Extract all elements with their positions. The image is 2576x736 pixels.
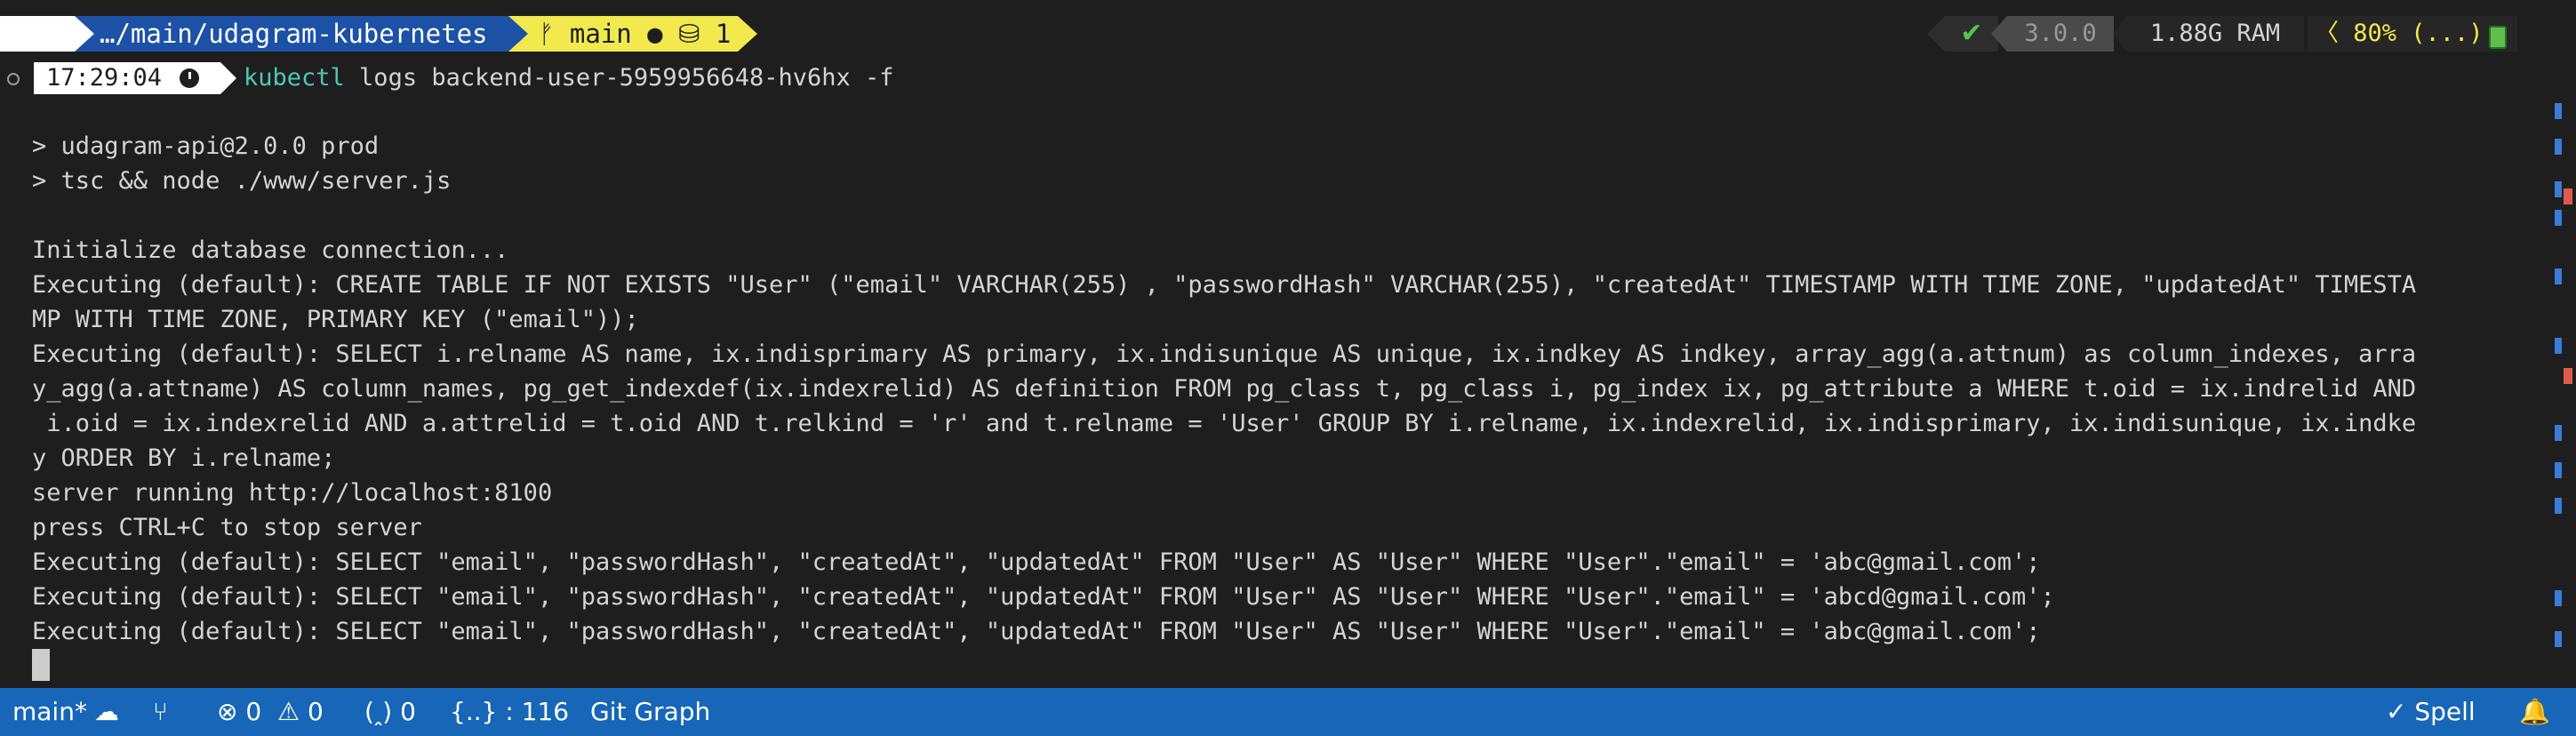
errors-count[interactable]: ⊗ 0 <box>217 688 261 736</box>
output-line: Executing (default): SELECT "email", "pa… <box>32 548 2041 576</box>
prompt-path: …/main/udagram-kubernetes <box>75 16 508 52</box>
output-line: i.oid = ix.indexrelid AND a.attrelid = t… <box>32 410 2417 437</box>
prompt-separator <box>508 16 528 52</box>
branch-indicator[interactable]: main* <box>12 688 87 736</box>
sync-icon[interactable]: ☁ <box>94 688 119 736</box>
prompt-separator <box>738 16 757 52</box>
notifications-bell-icon[interactable]: 🔔 <box>2519 688 2550 736</box>
output-line: > udagram-api@2.0.0 prod <box>32 132 380 160</box>
scrollbar-marker <box>2555 498 2562 514</box>
status-bar: main* ☁ ⑂ ⊗ 0 ⚠ 0 (ꞈ) 0 {..} : 116 Git G… <box>0 688 2576 736</box>
source-control-icon[interactable]: ⑂ <box>153 688 168 736</box>
prompt-separator <box>220 62 236 94</box>
prompt-bar: …/main/udagram-kubernetes ᚠ main ● ⛁ 1 ✔… <box>0 16 2576 52</box>
scrollbar-marker <box>2555 631 2562 647</box>
output-line: MP WITH TIME ZONE, PRIMARY KEY ("email")… <box>32 306 639 333</box>
output-line: press CTRL+C to stop server <box>32 514 422 541</box>
scrollbar-error-marker <box>2564 188 2572 204</box>
output-line: y ORDER BY i.relname; <box>32 444 336 472</box>
prompt-separator <box>75 16 94 52</box>
node-version: 3.0.0 <box>2007 16 2114 52</box>
success-check-icon: ✔ <box>1945 16 1998 52</box>
prompt-separator <box>2114 16 2126 52</box>
battery-percent: 80% (...) <box>2353 20 2484 47</box>
command-line: kubectl logs backend-user-5959956648-hv6… <box>244 62 894 94</box>
ports-indicator[interactable]: (ꞈ) 0 <box>364 688 416 736</box>
apple-icon <box>0 16 75 52</box>
output-line: > tsc && node ./www/server.js <box>32 167 452 195</box>
scrollbar-marker <box>2555 181 2562 197</box>
output-line: server running http://localhost:8100 <box>32 479 553 507</box>
battery-icon <box>2489 26 2507 49</box>
prompt-separator <box>1991 16 2007 52</box>
output-line: Executing (default): SELECT i.relname AS… <box>32 340 2417 368</box>
scrollbar-error-marker <box>2564 368 2572 384</box>
git-graph-button[interactable]: Git Graph <box>590 688 710 736</box>
battery-status: 〈 80% (...) <box>2308 16 2517 52</box>
output-line: Executing (default): SELECT "email", "pa… <box>32 583 2055 611</box>
scrollbar-marker <box>2555 425 2562 441</box>
command-keyword: kubectl <box>244 64 345 92</box>
prompt-separator <box>1927 16 1945 52</box>
ram-usage: 1.88G RAM <box>2126 16 2304 52</box>
scrollbar-marker <box>2555 268 2562 284</box>
output-line: y_agg(a.attname) AS column_names, pg_get… <box>32 375 2417 403</box>
terminal-cursor <box>32 649 50 681</box>
scrollbar-marker <box>2555 103 2562 119</box>
json-items-indicator[interactable]: {..} : 116 <box>450 688 569 736</box>
output-line: Initialize database connection... <box>32 236 509 264</box>
circle-marker-icon <box>7 73 20 85</box>
command-row: 17:29:04 kubectl logs backend-user-59599… <box>0 62 2576 96</box>
scrollbar-marker <box>2555 338 2562 354</box>
scrollbar-marker <box>2555 462 2562 478</box>
spell-check-button[interactable]: ✓ Spell <box>2386 688 2476 736</box>
prompt-git-branch: ᚠ main ● ⛁ 1 <box>508 16 738 52</box>
clock-icon <box>180 68 199 88</box>
scrollbar-marker <box>2555 139 2562 155</box>
output-line: Executing (default): SELECT "email", "pa… <box>32 618 2041 645</box>
command-args: logs backend-user-5959956648-hv6hx -f <box>344 64 894 92</box>
warnings-count[interactable]: ⚠ 0 <box>277 688 324 736</box>
scrollbar-marker <box>2555 210 2562 226</box>
output-line: Executing (default): CREATE TABLE IF NOT… <box>32 271 2417 299</box>
scrollbar-marker <box>2555 590 2562 606</box>
chevron-left-icon: 〈 <box>2315 20 2354 47</box>
